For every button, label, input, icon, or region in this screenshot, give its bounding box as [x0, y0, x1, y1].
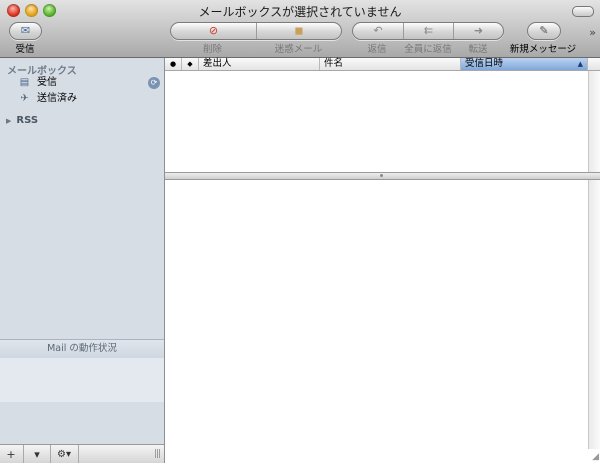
preview-scrollbar[interactable]	[588, 180, 600, 449]
forward-label: 転送	[468, 44, 488, 55]
column-subject[interactable]: 件名	[320, 58, 461, 70]
mail-window: メールボックスが選択されていません ✉ 受信 ⊘ ◼ 削除 迷惑メール ↶ ⇇ …	[0, 0, 600, 463]
sent-icon: ✈	[20, 93, 29, 104]
activity-panel	[0, 358, 164, 402]
message-list[interactable]: ● ◆ 差出人 件名 受信日時 ▲	[165, 58, 600, 172]
activity-header: Mail の動作状況	[0, 339, 164, 359]
sidebar-resize-handle[interactable]: |||	[154, 449, 161, 459]
unread-dot-icon: ●	[169, 60, 177, 68]
mailbox-sidebar: メールボックス ▤ 受信 ⟳ ✈ 送信済み ▶ RSS Mail の動作状況 + …	[0, 58, 165, 463]
compose-icon: ✎	[539, 24, 549, 37]
speech-bubble-icon: ◆	[187, 60, 193, 68]
message-list-scrollbar[interactable]	[588, 71, 600, 172]
pane-splitter[interactable]	[165, 172, 600, 180]
toolbar: メールボックスが選択されていません ✉ 受信 ⊘ ◼ 削除 迷惑メール ↶ ⇇ …	[0, 0, 600, 58]
delete-icon[interactable]: ⊘	[171, 24, 256, 38]
column-unread[interactable]: ●	[165, 58, 182, 70]
disclosure-triangle-icon[interactable]: ▶	[6, 117, 11, 125]
window-title: メールボックスが選択されていません	[198, 5, 402, 19]
message-list-header: ● ◆ 差出人 件名 受信日時 ▲	[165, 58, 600, 71]
envelope-icon: ✉	[20, 24, 31, 37]
forward-icon[interactable]: ➜	[454, 24, 503, 38]
column-date-received[interactable]: 受信日時 ▲	[461, 58, 588, 70]
reply-all-label: 全員に返信	[404, 44, 452, 55]
column-label: 差出人	[203, 58, 232, 69]
junk-label: 迷惑メール	[274, 44, 323, 55]
column-replied[interactable]: ◆	[182, 58, 199, 70]
inbox-icon: ▤	[19, 77, 30, 88]
delete-label: 削除	[202, 44, 222, 55]
delete-junk-segment: ⊘ ◼	[170, 22, 342, 40]
column-label: 件名	[324, 58, 344, 69]
reply-segment: ↶ ⇇ ➜	[352, 22, 504, 40]
column-label: 受信日時	[465, 58, 504, 69]
add-mailbox-button[interactable]: +	[0, 445, 22, 463]
toolbar-overflow-button[interactable]: »	[589, 26, 596, 39]
action-menu-button[interactable]: ⚙▾	[50, 445, 79, 463]
sidebar-item-label: 受信	[37, 77, 57, 88]
reply-label: 返信	[367, 44, 387, 55]
junk-icon[interactable]: ◼	[257, 24, 341, 38]
get-mail-button[interactable]: ✉	[9, 22, 42, 40]
window-resize-handle[interactable]: ◢	[592, 452, 599, 462]
show-hide-mailbox-button[interactable]: ▾	[23, 445, 51, 463]
toolbar-toggle-button[interactable]	[572, 6, 594, 17]
reply-all-icon[interactable]: ⇇	[404, 24, 453, 38]
rss-label: RSS	[16, 115, 39, 126]
splitter-handle-icon	[380, 174, 383, 177]
column-from[interactable]: 差出人	[199, 58, 320, 70]
mailboxes-header: メールボックス	[7, 66, 77, 77]
sidebar-bottom-bar: + ▾ ⚙▾ |||	[0, 444, 164, 463]
new-message-label: 新規メッセージ	[509, 44, 577, 55]
new-message-button[interactable]: ✎	[527, 22, 561, 40]
reply-icon[interactable]: ↶	[353, 24, 403, 38]
sync-icon[interactable]: ⟳	[148, 77, 160, 89]
sort-ascending-icon: ▲	[577, 60, 583, 68]
sidebar-section-rss[interactable]: ▶ RSS	[6, 115, 38, 126]
sidebar-item-label: 送信済み	[37, 93, 77, 104]
get-mail-label: 受信	[15, 44, 35, 55]
message-preview-pane[interactable]: ◢	[165, 180, 600, 463]
